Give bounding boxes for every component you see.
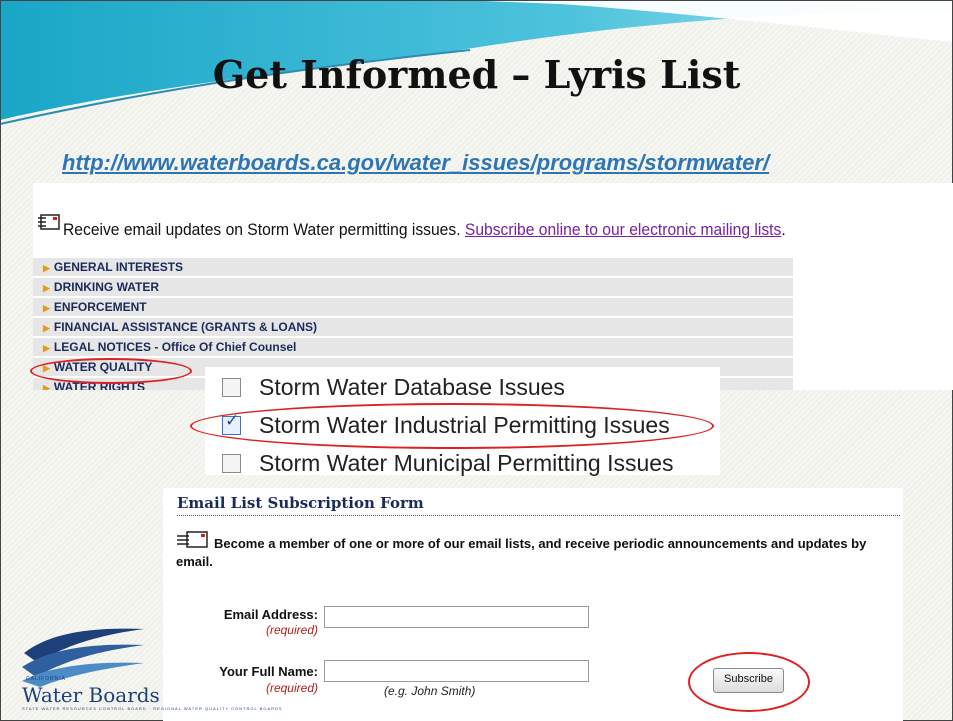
email-address-label: Email Address: [223, 607, 318, 622]
expand-triangle-icon: ▶ [43, 323, 50, 333]
expand-triangle-icon: ▶ [43, 363, 50, 373]
category-label: WATER QUALITY [53, 360, 153, 374]
checkbox[interactable] [222, 454, 241, 473]
category-financial-assistance[interactable]: ▶ FINANCIAL ASSISTANCE (GRANTS & LOANS) [33, 318, 793, 336]
category-enforcement[interactable]: ▶ ENFORCEMENT [33, 298, 793, 316]
logo-name: Water Boards [22, 683, 160, 707]
full-name-input[interactable] [324, 660, 589, 682]
category-label: LEGAL NOTICES [53, 340, 152, 354]
form-description: Become a member of one or more of our em… [176, 535, 901, 571]
checkbox-checked[interactable] [222, 411, 241, 435]
logo-state: CALIFORNIA [26, 676, 67, 682]
checkbox-label: Storm Water Municipal Permitting Issues [259, 450, 674, 476]
category-general-interests[interactable]: ▶ GENERAL INTERESTS [33, 258, 793, 276]
category-label: WATER RIGHTS [53, 380, 146, 390]
category-label: ENFORCEMENT [53, 300, 147, 314]
checkbox[interactable] [222, 378, 241, 397]
category-drinking-water[interactable]: ▶ DRINKING WATER [33, 278, 793, 296]
checkbox-label: Storm Water Database Issues [259, 374, 565, 400]
checkbox-row-industrial[interactable]: Storm Water Industrial Permitting Issues [222, 411, 670, 439]
expand-triangle-icon: ▶ [43, 263, 50, 273]
expand-triangle-icon: ▶ [43, 303, 50, 313]
checkbox-label: Storm Water Industrial Permitting Issues [259, 412, 670, 438]
expand-triangle-icon: ▶ [43, 383, 50, 390]
email-updates-text: Receive email updates on Storm Water per… [63, 220, 786, 240]
slide-title: Get Informed – Lyris List [212, 52, 741, 97]
subscribe-button[interactable]: Subscribe [713, 668, 784, 693]
form-description-text: Become a member of one or more of our em… [176, 536, 867, 569]
category-label: GENERAL INTERESTS [53, 260, 184, 274]
expand-triangle-icon: ▶ [43, 283, 50, 293]
checkbox-row-database[interactable]: Storm Water Database Issues [222, 374, 565, 401]
email-newsletter-icon [38, 214, 60, 230]
name-example-hint: (e.g. John Smith) [384, 684, 476, 698]
page-url-link[interactable]: http://www.waterboards.ca.gov/water_issu… [62, 150, 769, 176]
subscribe-mailing-lists-link[interactable]: Subscribe online to our electronic maili… [465, 220, 781, 239]
name-required-note: (required) [265, 681, 318, 695]
full-name-label: Your Full Name: [219, 664, 318, 679]
email-updates-label: Receive email updates on Storm Water per… [63, 220, 461, 239]
form-title: Email List Subscription Form [177, 494, 424, 512]
logo-tagline: STATE WATER RESOURCES CONTROL BOARD · RE… [22, 706, 283, 711]
expand-triangle-icon: ▶ [43, 343, 50, 353]
email-updates-period: . [781, 220, 786, 239]
email-required-note: (required) [265, 623, 318, 637]
form-divider [177, 515, 900, 516]
checkbox-row-municipal[interactable]: Storm Water Municipal Permitting Issues [222, 450, 674, 477]
category-sublabel: - Office Of Chief Counsel [151, 340, 297, 354]
email-address-input[interactable] [324, 606, 589, 628]
category-label: FINANCIAL ASSISTANCE (GRANTS & LOANS) [53, 320, 318, 334]
category-legal-notices[interactable]: ▶ LEGAL NOTICES - Office Of Chief Counsel [33, 338, 793, 356]
category-label: DRINKING WATER [53, 280, 160, 294]
